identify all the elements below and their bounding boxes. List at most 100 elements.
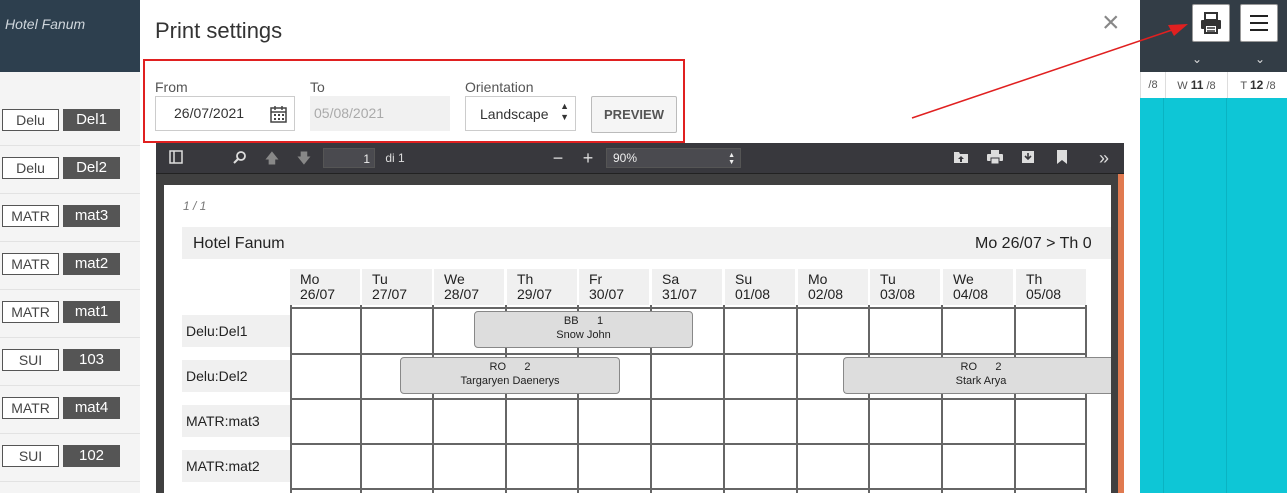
booking-code: RO (489, 361, 507, 373)
zoom-select[interactable]: 90% ▲ ▼ (606, 148, 741, 168)
weekday: Tu (880, 271, 896, 287)
room-name-badge: 103 (63, 349, 120, 371)
schedule-row-label: MATR:mat3 (182, 405, 290, 437)
schedule-row-label: Delu:Del2 (182, 360, 290, 392)
zoom-in-icon[interactable]: + (580, 149, 596, 167)
day-weekday: W (1177, 80, 1188, 92)
room-type-badge: MATR (2, 301, 59, 323)
booking-block: RO 2 Targaryen Daenerys (400, 357, 620, 394)
modal-title: Print settings (155, 18, 283, 43)
page-number-input[interactable]: 1 (323, 148, 375, 168)
day-column-header: Mo 02/08 (798, 269, 868, 305)
weekday: We (444, 271, 465, 287)
pdf-viewer: 🡅 🡇 1 di 1 − + 90% ▲ ▼ » 1 / 1 Hotel Fan… (156, 143, 1124, 493)
pdf-scrollbar[interactable] (1118, 174, 1124, 493)
date: 26/07 (300, 286, 336, 302)
date: 31/07 (662, 286, 698, 302)
arrow-up-icon[interactable]: 🡅 (264, 150, 280, 166)
room-row[interactable]: Delu Del2 (0, 145, 140, 194)
date: 04/08 (953, 286, 989, 302)
weekday: Th (1026, 271, 1043, 287)
booking-count: 1 (596, 315, 604, 327)
open-file-icon[interactable] (953, 150, 969, 166)
room-row[interactable]: MATR mat4 (0, 385, 140, 434)
calendar-grid[interactable] (1140, 98, 1287, 493)
app-title: Hotel Fanum (5, 16, 86, 32)
search-icon[interactable] (232, 150, 248, 166)
chevron-down-icon[interactable]: ⌄ (1187, 52, 1207, 68)
page-counter: 1 / 1 (183, 199, 207, 213)
printer-icon (1201, 12, 1221, 34)
calendar-day-header: /8 (1140, 72, 1165, 98)
day-column-header: Fr 30/07 (579, 269, 649, 305)
preview-button[interactable]: PREVIEW (591, 96, 677, 133)
room-type-badge: MATR (2, 397, 59, 419)
zoom-value: 90% (613, 151, 638, 165)
calendar-header: ⌄ ⌄ (1140, 0, 1287, 72)
date: 27/07 (372, 286, 408, 302)
room-row[interactable]: SUI 103 (0, 337, 140, 386)
menu-button[interactable] (1240, 4, 1278, 42)
calendar-day-header: T 12 /8 (1227, 72, 1287, 98)
schedule-row-label: Delu:Del1 (182, 315, 290, 347)
select-arrows-icon: ▲ ▼ (560, 101, 569, 122)
weekday: Th (517, 271, 534, 287)
booking-code: BB (563, 315, 579, 327)
to-date-value: 05/08/2021 (314, 105, 385, 121)
day-suffix: /8 (1206, 80, 1216, 92)
more-tools-icon[interactable]: » (1096, 149, 1112, 167)
date: 28/07 (444, 286, 480, 302)
schedule-hotel-name: Hotel Fanum (193, 235, 285, 252)
sidebar-toggle-icon[interactable] (168, 150, 184, 166)
room-type-badge: Delu (2, 157, 59, 179)
zoom-out-icon[interactable]: − (550, 149, 566, 167)
grid-line (290, 307, 1087, 309)
weekday: We (953, 271, 974, 287)
grid-line (290, 443, 1087, 445)
room-name-badge: Del1 (63, 109, 120, 131)
weekday: Su (735, 271, 753, 287)
grid-line (290, 353, 1087, 355)
date: 30/07 (589, 286, 625, 302)
page-total: di 1 (385, 151, 405, 165)
print-settings-modal: Print settings × From 26/07/2021 To 05/0… (140, 0, 1139, 493)
weekday: Mo (808, 271, 828, 287)
room-name-badge: Del2 (63, 157, 120, 179)
day-weekday: T (1240, 80, 1247, 92)
grid-line (290, 398, 1087, 400)
room-type-badge: SUI (2, 349, 59, 371)
booking-count: 2 (524, 361, 531, 373)
calendar-day-header: W 11 /8 (1165, 72, 1227, 98)
download-icon[interactable] (1020, 150, 1036, 166)
room-type-badge: SUI (2, 445, 59, 467)
calendar-icon[interactable] (270, 105, 287, 123)
room-row[interactable]: MATR mat1 (0, 289, 140, 338)
booking-guest: Targaryen Daenerys (460, 375, 560, 387)
day-column-header: We 28/07 (434, 269, 504, 305)
weekday: Sa (662, 271, 680, 287)
day-column-header: We 04/08 (943, 269, 1013, 305)
orientation-select[interactable]: Landscape ▲ ▼ (465, 96, 576, 131)
room-name-badge: mat1 (63, 301, 120, 323)
chevron-down-icon[interactable]: ⌄ (1250, 52, 1270, 68)
room-row[interactable]: MATR mat3 (0, 193, 140, 242)
print-button[interactable] (1192, 4, 1230, 42)
room-row[interactable]: MATR mat2 (0, 241, 140, 290)
from-date-value: 26/07/2021 (174, 105, 245, 121)
booking-code: RO (960, 361, 978, 373)
room-row[interactable]: Delu Del1 (0, 97, 140, 146)
booking-guest: Snow John (556, 329, 611, 341)
arrow-down-icon[interactable]: 🡇 (296, 150, 312, 166)
grid-line (290, 488, 1087, 490)
day-suffix: /8 (1148, 79, 1158, 91)
day-column-header: Mo 26/07 (290, 269, 360, 305)
room-name-badge: mat3 (63, 205, 120, 227)
bookmark-icon[interactable] (1054, 150, 1070, 166)
room-type-badge: MATR (2, 205, 59, 227)
room-row[interactable]: SUI 102 (0, 433, 140, 482)
print-icon[interactable] (987, 150, 1003, 166)
close-icon[interactable]: × (1102, 8, 1120, 38)
rooms-sidebar: Delu Del1 Delu Del2 MATR mat3 MATR mat2 … (0, 72, 140, 493)
day-column-header: Sa 31/07 (652, 269, 722, 305)
from-date-input[interactable]: 26/07/2021 (155, 96, 295, 131)
